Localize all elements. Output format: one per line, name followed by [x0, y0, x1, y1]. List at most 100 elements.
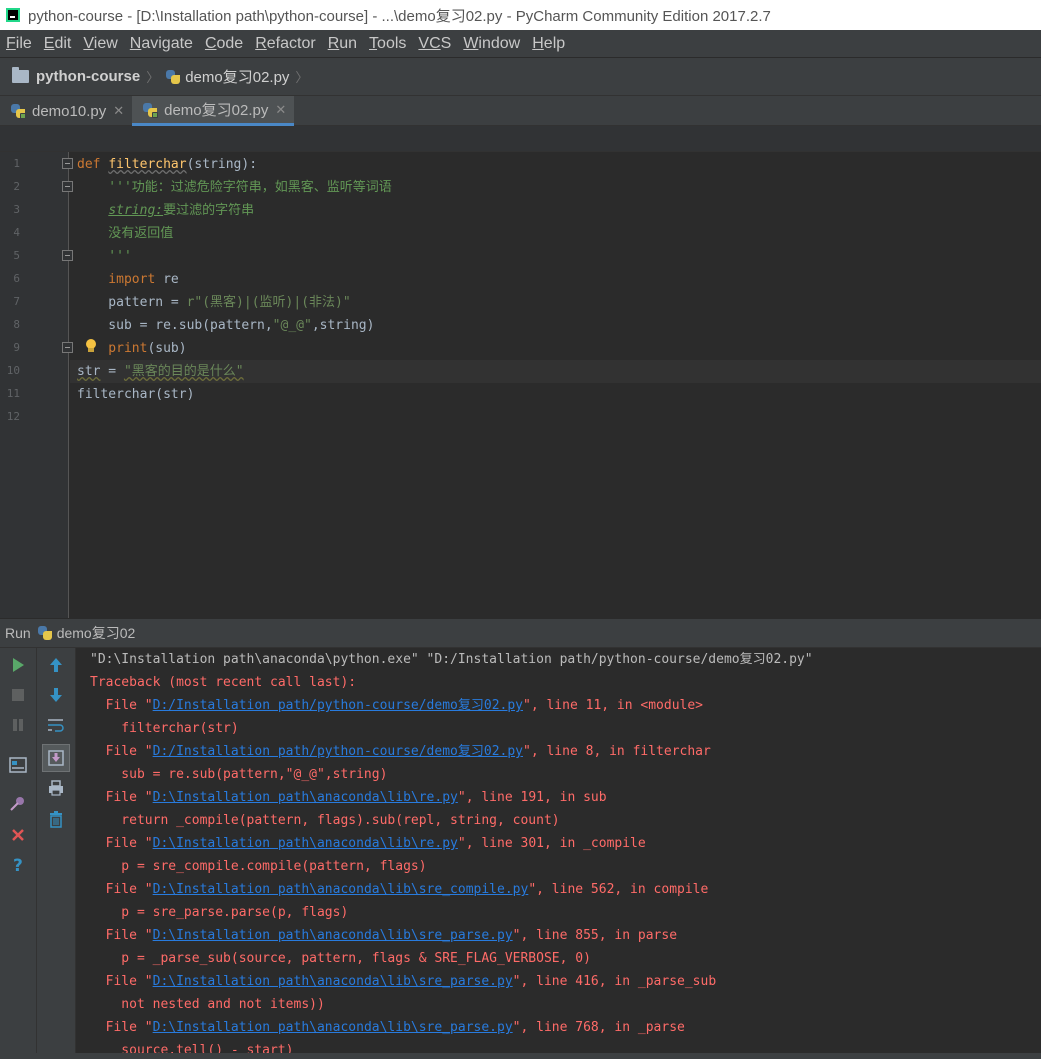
python-file-icon [165, 69, 181, 85]
console-file-link[interactable]: D:\Installation path\anaconda\lib\sre_pa… [153, 1020, 513, 1035]
scroll-down-button[interactable] [43, 682, 69, 708]
line-number: 8 [13, 318, 20, 331]
run-toolbar-secondary [37, 648, 76, 1059]
code-line-11: filterchar(str) [77, 387, 195, 402]
menu-window[interactable]: Window [463, 35, 520, 53]
fold-marker-icon[interactable] [62, 158, 73, 169]
code-line-8: sub = re.sub(pattern,"@_@",string) [77, 318, 375, 333]
code-line-4: 没有返回值 [77, 226, 174, 241]
python-file-icon [142, 102, 159, 118]
menu-code[interactable]: Code [205, 35, 243, 53]
close-icon[interactable]: ✕ [275, 102, 286, 118]
menu-tools[interactable]: Tools [369, 35, 406, 53]
print-icon [49, 780, 63, 796]
folder-icon [12, 67, 29, 83]
line-number: 9 [13, 341, 20, 354]
close-icon[interactable]: ✕ [113, 103, 124, 119]
chevron-right-icon: 〉 [295, 71, 309, 86]
editor-top-strip [0, 126, 1041, 152]
chevron-right-icon: 〉 [146, 71, 160, 86]
fold-marker-icon[interactable] [62, 342, 73, 353]
console-file-link[interactable]: D:\Installation path\anaconda\lib\sre_pa… [153, 974, 513, 989]
pin-tab-button[interactable] [5, 790, 31, 816]
navigation-bar: python-course 〉 demo复习02.py 〉 [0, 58, 1041, 96]
menu-file[interactable]: File [6, 35, 32, 53]
code-line-2: '''功能：过滤危险字符串，如黑客、监听等词语 [77, 180, 392, 195]
console-file-line: File "D:\Installation path\anaconda\lib\… [90, 928, 678, 943]
svg-text:?: ? [13, 856, 23, 874]
window-title: python-course - [D:\Installation path\py… [28, 7, 771, 25]
line-number: 10 [6, 364, 20, 377]
console-file-line: File "D:/Installation path/python-course… [90, 744, 711, 759]
console-file-link[interactable]: D:\Installation path\anaconda\lib\re.py [153, 790, 458, 805]
menu-navigate[interactable]: Navigate [130, 35, 193, 53]
menu-edit[interactable]: Edit [44, 35, 72, 53]
stop-button[interactable] [5, 682, 31, 708]
arrow-up-icon [50, 658, 62, 672]
menu-view[interactable]: View [83, 35, 117, 53]
run-panel-header: Run demo复习02 [0, 618, 1041, 648]
lightbulb-icon[interactable] [85, 339, 97, 352]
menu-bar: File Edit View Navigate Code Refactor Ru… [0, 30, 1041, 58]
scroll-to-end-button[interactable] [42, 744, 70, 772]
console-file-line: File "D:\Installation path\anaconda\lib\… [90, 882, 709, 897]
python-file-icon [10, 103, 26, 119]
code-line-7: pattern = r"(黑客)|(监听)|(非法)" [77, 295, 351, 310]
console-file-link[interactable]: D:\Installation path\anaconda\lib\sre_pa… [153, 928, 513, 943]
console-file-link[interactable]: D:\Installation path\anaconda\lib\re.py [153, 836, 458, 851]
fold-marker-icon[interactable] [62, 181, 73, 192]
run-config-name[interactable]: demo复习02 [57, 623, 136, 643]
arrow-down-icon [50, 688, 62, 702]
tab-demo-fuxi02[interactable]: demo复习02.py ✕ [132, 96, 295, 126]
tab-demo10[interactable]: demo10.py ✕ [0, 96, 132, 126]
run-console[interactable]: "D:\Installation path\anaconda\python.ex… [76, 648, 1041, 1059]
layout-icon [9, 757, 27, 773]
code-line-6: import re [77, 272, 179, 287]
scroll-up-button[interactable] [43, 652, 69, 678]
pause-button[interactable] [5, 712, 31, 738]
print-button[interactable] [43, 775, 69, 801]
trash-icon [50, 811, 62, 828]
line-number: 2 [13, 180, 20, 193]
breadcrumb-file[interactable]: demo复习02.py [185, 66, 289, 87]
fold-marker-icon[interactable] [62, 250, 73, 261]
console-code-line: not nested and not items)) [90, 997, 325, 1012]
code-editor[interactable]: 1 2 3 4 5 6 7 8 9 10 11 12 def filtercha… [0, 152, 1041, 618]
console-file-link[interactable]: D:\Installation path\anaconda\lib\sre_co… [153, 882, 529, 897]
soft-wrap-button[interactable] [43, 712, 69, 738]
menu-vcs[interactable]: VCS [418, 35, 451, 53]
soft-wrap-icon [48, 719, 64, 732]
console-traceback-header: Traceback (most recent call last): [90, 675, 357, 690]
help-button[interactable]: ? [5, 852, 31, 878]
console-file-line: File "D:\Installation path\anaconda\lib\… [90, 836, 646, 851]
run-panel-label: Run [5, 625, 31, 641]
console-code-line: sub = re.sub(pattern,"@_@",string) [90, 767, 388, 782]
line-number: 12 [6, 410, 20, 423]
console-file-link[interactable]: D:/Installation path/python-course/demo复… [153, 698, 523, 713]
editor-gutter: 1 2 3 4 5 6 7 8 9 10 11 12 [0, 152, 69, 618]
layout-button[interactable] [5, 752, 31, 778]
close-run-button[interactable] [5, 822, 31, 848]
code-line-5: ''' [77, 249, 132, 264]
console-file-line: File "D:\Installation path\anaconda\lib\… [90, 974, 717, 989]
menu-help[interactable]: Help [532, 35, 565, 53]
line-number: 6 [13, 272, 20, 285]
console-code-line: p = sre_parse.parse(p, flags) [90, 905, 349, 920]
python-file-icon [37, 625, 53, 641]
rerun-button[interactable] [5, 652, 31, 678]
line-number: 1 [13, 157, 20, 170]
editor-tab-bar: demo10.py ✕ demo复习02.py ✕ [0, 96, 1041, 126]
console-code-line: p = sre_compile.compile(pattern, flags) [90, 859, 427, 874]
menu-refactor[interactable]: Refactor [255, 35, 315, 53]
console-file-line: File "D:/Installation path/python-course… [90, 698, 704, 713]
breadcrumb-project[interactable]: python-course [36, 68, 140, 85]
console-command-line: "D:\Installation path\anaconda\python.ex… [90, 652, 813, 667]
clear-all-button[interactable] [43, 806, 69, 832]
line-number: 4 [13, 226, 20, 239]
code-line-10: str = "黑客的目的是什么" [77, 364, 244, 379]
run-toolbar-primary: ? [0, 648, 37, 1059]
console-file-link[interactable]: D:/Installation path/python-course/demo复… [153, 744, 523, 759]
scroll-to-end-icon [48, 750, 64, 766]
stop-icon [12, 689, 24, 701]
menu-run[interactable]: Run [328, 35, 357, 53]
